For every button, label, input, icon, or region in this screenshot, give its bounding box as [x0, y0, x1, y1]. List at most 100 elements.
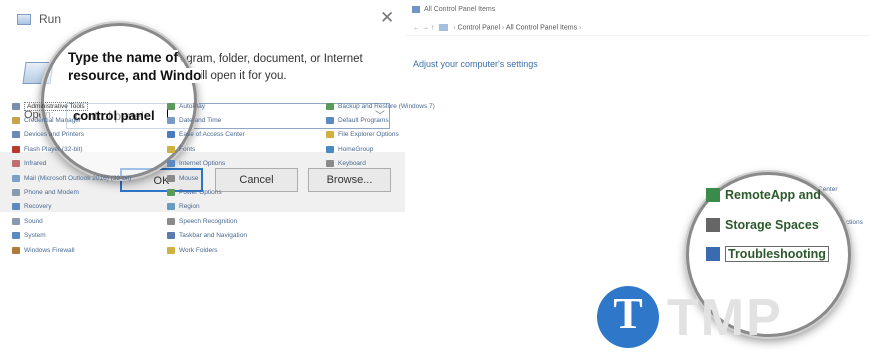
cp-item-label: Backup and Restore (Windows 7) — [338, 102, 435, 110]
watermark-logo: T TMP — [597, 286, 857, 352]
taskbar-icon — [167, 232, 175, 240]
cp-item-label: Windows Firewall — [24, 246, 75, 254]
cp-item[interactable]: Date and Time — [167, 113, 247, 127]
run-title: Run — [39, 12, 62, 26]
cp-item-label: Credential Manager — [24, 117, 82, 125]
cp-item[interactable]: Fonts — [167, 142, 247, 156]
cp-item[interactable]: AutoPlay — [167, 99, 247, 113]
storage-icon — [706, 218, 720, 232]
internet-icon — [167, 160, 175, 168]
browse-button[interactable]: Browse... — [308, 168, 391, 192]
cp-item[interactable]: Keyboard — [326, 157, 435, 171]
cp-item-label: Region — [179, 203, 200, 211]
cp-item[interactable]: Taskbar and Navigation — [167, 229, 247, 243]
cp-column-3: Backup and Restore (Windows 7) Default Pr… — [326, 99, 435, 171]
cp-item-label: Devices and Printers — [24, 131, 84, 139]
run-title-bar: Run ✕ — [0, 0, 405, 36]
cp-item[interactable]: System — [12, 229, 131, 243]
breadcrumb-control-panel[interactable]: Control Panel — [458, 24, 500, 31]
printer-icon — [12, 131, 20, 139]
cp-item[interactable]: Work Folders — [167, 243, 247, 257]
remoteapp-icon — [706, 188, 720, 202]
cp-item-label: Date and Time — [179, 117, 222, 125]
mouse-icon — [167, 174, 175, 182]
cp-item[interactable]: Mouse — [167, 171, 247, 185]
cp-item[interactable]: Power Options — [167, 185, 247, 199]
keyboard-icon — [326, 160, 334, 168]
cp-item[interactable]: Sound — [12, 214, 131, 228]
cp-item-label: Ease of Access Center — [179, 131, 245, 139]
cp-item-label: Recovery — [24, 203, 52, 211]
nav-arrows-icon[interactable]: ← → ↑ — [413, 24, 434, 31]
microphone-icon — [167, 217, 175, 225]
cp-item-label: Internet Options — [179, 160, 226, 168]
default-programs-icon — [326, 117, 334, 125]
mail-icon — [12, 174, 20, 182]
cp-item[interactable]: Phone and Modem — [12, 185, 131, 199]
control-panel-title: All Control Panel Items — [424, 6, 496, 13]
magnified-prompt-line-1: Type the name of — [68, 50, 179, 65]
cp-item[interactable]: File Explorer Options — [326, 128, 435, 142]
phone-icon — [12, 189, 20, 197]
cp-item-label: Default Programs — [338, 117, 389, 125]
infrared-icon — [12, 160, 20, 168]
cp-item[interactable]: Region — [167, 200, 247, 214]
cp-item-label: Mail (Microsoft Outlook 2016) (32-bit) — [24, 174, 132, 182]
cp-item-label: Keyboard — [338, 160, 366, 168]
magnified-item-storage-spaces[interactable]: Storage Spaces — [706, 218, 819, 232]
cp-item-label: Infrared — [24, 160, 47, 168]
cp-item-label: Sound — [24, 217, 43, 225]
folder-icon — [167, 246, 175, 254]
breadcrumb-all-items[interactable]: All Control Panel Items — [506, 24, 577, 31]
cp-item-label: Fonts — [179, 145, 196, 153]
cp-item-label: Taskbar and Navigation — [179, 232, 247, 240]
magnified-item-troubleshooting[interactable]: Troubleshooting — [706, 246, 829, 262]
cp-column-1: Administrative Tools Credential Manager De… — [12, 99, 131, 257]
cp-item-label: Work Folders — [179, 246, 218, 254]
cp-item[interactable]: Administrative Tools — [12, 99, 131, 113]
cp-item-label: Speech Recognition — [179, 217, 238, 225]
cp-item[interactable]: Mail (Microsoft Outlook 2016) (32-bit) — [12, 171, 131, 185]
control-panel-icon — [412, 6, 420, 13]
cp-item-label: Administrative Tools — [24, 101, 88, 111]
breadcrumb: ← → ↑ › Control Panel › All Control Pane… — [413, 24, 582, 32]
cp-item[interactable]: Default Programs — [326, 113, 435, 127]
power-icon — [167, 189, 175, 197]
cp-item[interactable]: Internet Options — [167, 157, 247, 171]
cp-item[interactable]: HomeGroup — [326, 142, 435, 156]
watermark-letter: T — [613, 289, 643, 338]
cp-item-label: System — [24, 232, 46, 240]
backup-icon — [326, 102, 334, 110]
credential-icon — [12, 117, 20, 125]
folder-options-icon — [326, 131, 334, 139]
run-app-icon — [17, 14, 31, 25]
cp-column-2: AutoPlay Date and Time Ease of Access Cent… — [167, 99, 247, 257]
cp-item-label: Phone and Modem — [24, 189, 79, 197]
cp-item[interactable]: Devices and Printers — [12, 128, 131, 142]
flash-icon — [12, 145, 20, 153]
magnified-item-remoteapp[interactable]: RemoteApp and — [706, 188, 821, 202]
page-heading: Adjust your computer's settings — [413, 59, 538, 69]
homegroup-icon — [326, 145, 334, 153]
folder-path-icon — [439, 24, 449, 31]
cp-item[interactable]: Ease of Access Center — [167, 128, 247, 142]
cp-item-label: AutoPlay — [179, 102, 206, 110]
watermark-text: TMP — [667, 289, 783, 347]
magnified-prompt-line-2: resource, and Windo — [68, 68, 202, 83]
cp-item[interactable]: Infrared — [12, 157, 131, 171]
cp-item[interactable]: Recovery — [12, 200, 131, 214]
fonts-icon — [167, 145, 175, 153]
sound-icon — [12, 217, 20, 225]
cp-item[interactable]: Speech Recognition — [167, 214, 247, 228]
recovery-icon — [12, 203, 20, 211]
cp-item[interactable]: Flash Player (32-bit) — [12, 142, 131, 156]
region-icon — [167, 203, 175, 211]
cp-item[interactable]: Credential Manager — [12, 113, 131, 127]
troubleshooting-icon — [706, 247, 720, 261]
ease-access-icon — [167, 131, 175, 139]
close-icon[interactable]: ✕ — [380, 9, 394, 26]
cp-item-label: HomeGroup — [338, 145, 374, 153]
admin-tools-icon — [12, 102, 20, 110]
cp-item[interactable]: Backup and Restore (Windows 7) — [326, 99, 435, 113]
cp-item[interactable]: Windows Firewall — [12, 243, 131, 257]
